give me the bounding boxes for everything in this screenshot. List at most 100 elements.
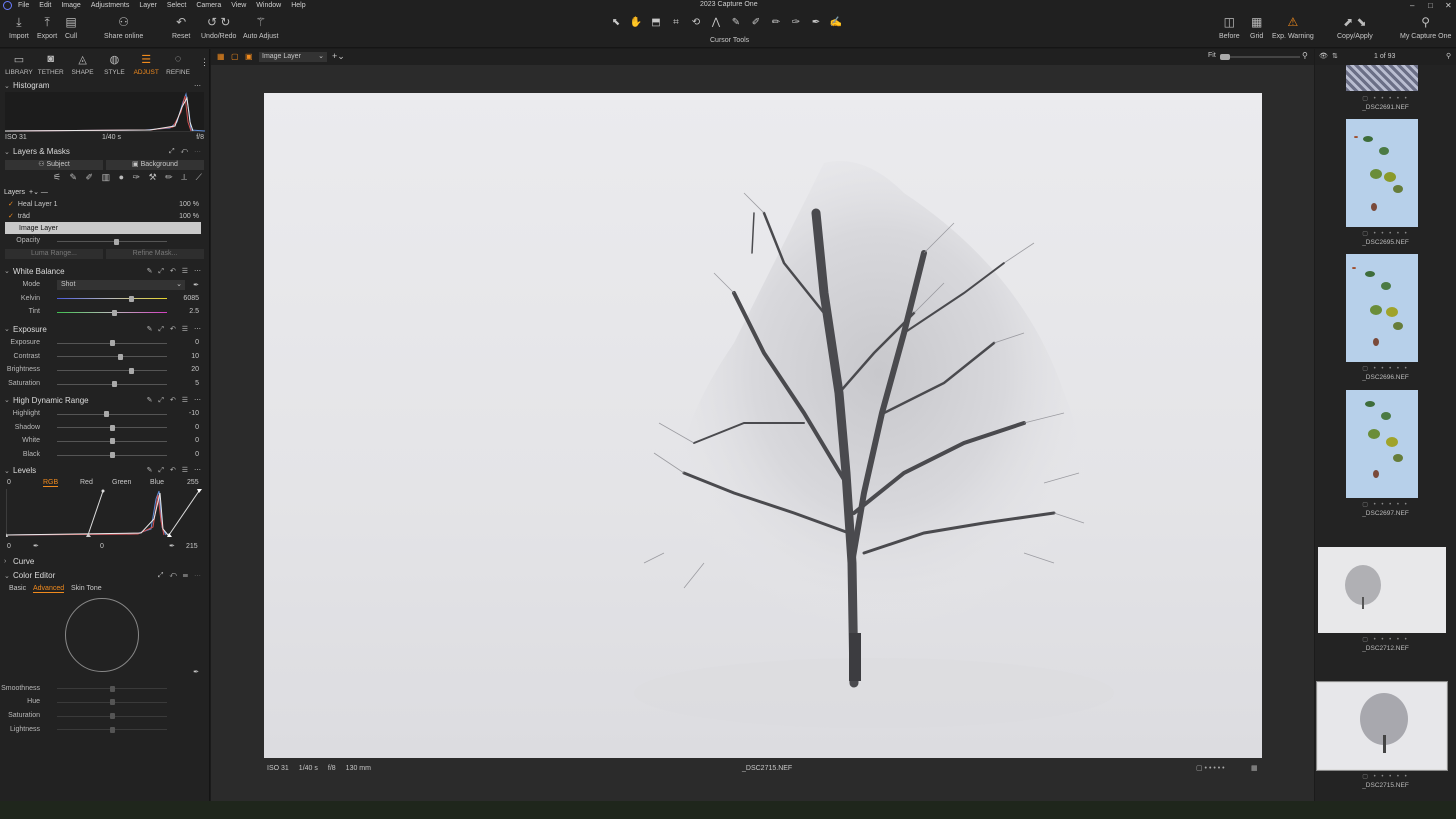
layer-item[interactable]: ✓ Heal Layer 1 100 %	[0, 198, 209, 210]
white-balance-header[interactable]: ⌄ White Balance ✎ ⤢ ↶ ☰ ⋯	[0, 265, 209, 278]
slider-knob[interactable]	[129, 367, 135, 374]
check-icon[interactable]: ✓	[8, 200, 14, 208]
share-online-button[interactable]: ⚇ Share online	[104, 15, 143, 40]
thumbnail-image[interactable]	[1316, 681, 1448, 771]
my-capture-one-button[interactable]: ⚲ My Capture One	[1400, 15, 1451, 40]
export-button[interactable]: ⤒ Export	[37, 15, 57, 40]
slider-knob[interactable]	[111, 381, 117, 388]
main-photo[interactable]	[264, 93, 1262, 758]
menu-select[interactable]: Select	[167, 2, 186, 9]
slider-knob[interactable]	[110, 685, 115, 692]
tab-style[interactable]: ◍ STYLE	[98, 49, 130, 79]
add-layer-icon[interactable]: +⌄ —	[29, 188, 48, 196]
slider-knob[interactable]	[109, 452, 115, 459]
tab-tether[interactable]: ◙ TETHER	[35, 49, 67, 79]
luma-range-button[interactable]: Luma Range...	[5, 248, 103, 259]
menu-help[interactable]: Help	[291, 2, 305, 9]
tool-actions-icon[interactable]: ✎ ⤢ ↶ ☰ ⋯	[147, 466, 203, 475]
color-tag-icon[interactable]: ▦	[1251, 764, 1258, 772]
more-tabs-icon[interactable]: ⋮	[200, 57, 209, 79]
grid-button[interactable]: ▦ Grid	[1250, 15, 1263, 40]
tab-skin-tone[interactable]: Skin Tone	[71, 585, 102, 592]
grid-view-icon[interactable]: ▦	[217, 52, 225, 61]
eraser-icon[interactable]: ✏	[768, 17, 784, 29]
levels-tab-rgb[interactable]: RGB	[43, 479, 59, 488]
refine-mask-button[interactable]: Refine Mask...	[106, 248, 204, 259]
slider-value[interactable]: 0	[195, 437, 199, 444]
layers-tools-icon[interactable]: ⤢ ↶ ⋯	[169, 148, 203, 156]
annotate-icon[interactable]: ✍	[828, 17, 844, 29]
zoom-slider[interactable]	[1220, 54, 1300, 60]
cull-button[interactable]: ▤ Cull	[65, 15, 77, 40]
slider-knob[interactable]	[109, 340, 115, 347]
layer-item[interactable]: ✓ träd 100 %	[0, 210, 209, 222]
levels-header[interactable]: ⌄ Levels ✎ ⤢ ↶ ☰ ⋯	[0, 464, 209, 477]
levels-tab-blue[interactable]: Blue	[150, 479, 164, 486]
slider-value[interactable]: 0	[195, 451, 199, 458]
subject-mask-button[interactable]: ⚇ Subject	[5, 160, 103, 170]
rating-dots[interactable]: ▢ • • • • •	[1315, 95, 1456, 102]
tab-library[interactable]: ▭ LIBRARY	[3, 49, 35, 79]
levels-tab-green[interactable]: Green	[112, 479, 131, 486]
select-cursor-icon[interactable]: ⬉	[608, 17, 624, 29]
mask-tool-icons[interactable]: ⚟ ✎ ✐ ▥ ● ✑ ⚒ ✏ ⟂ ⟋	[0, 172, 209, 186]
tab-adjust[interactable]: ☰ ADJUST	[130, 49, 162, 79]
adjust-slider[interactable]	[57, 452, 167, 459]
search-icon[interactable]: ⚲	[1302, 51, 1308, 60]
adjust-slider[interactable]	[57, 699, 167, 706]
color-wheel[interactable]	[65, 598, 139, 673]
adjust-slider[interactable]	[57, 424, 167, 431]
adjust-slider[interactable]	[57, 411, 167, 417]
import-button[interactable]: ⤓ Import	[9, 15, 29, 40]
eyedropper-icon[interactable]: ✒	[193, 281, 199, 289]
rating-dots[interactable]: ▢ • • • • •	[1315, 501, 1456, 508]
eyedropper-icon[interactable]: ✒	[193, 668, 199, 676]
menu-file[interactable]: File	[18, 2, 29, 9]
menu-edit[interactable]: Edit	[39, 2, 51, 9]
copy-apply-button[interactable]: ⬈ ⬊ Copy/Apply	[1337, 15, 1373, 40]
search-icon[interactable]: ⚲	[1446, 52, 1451, 60]
thumbnail-image[interactable]	[1346, 119, 1418, 227]
adjust-slider[interactable]	[57, 353, 167, 360]
rotate-icon[interactable]: ⟲	[688, 17, 704, 29]
menu-image[interactable]: Image	[61, 2, 80, 9]
thumbnail-image[interactable]	[1318, 547, 1446, 633]
adjust-slider[interactable]	[57, 726, 167, 733]
pan-hand-icon[interactable]: ✋	[628, 17, 644, 29]
slider-value[interactable]: 20	[191, 366, 199, 373]
zoom-fit[interactable]: Fit	[1208, 52, 1216, 59]
keystone-icon[interactable]: ⋀	[708, 17, 724, 29]
thumbnail-image[interactable]	[1346, 65, 1418, 91]
slider-knob[interactable]	[110, 713, 115, 720]
eye-icon[interactable]: 👁	[1319, 52, 1328, 60]
thumbnail-image[interactable]	[1346, 390, 1418, 498]
layers-masks-header[interactable]: ⌄ Layers & Masks ⤢ ↶ ⋯	[0, 145, 209, 158]
tab-refine[interactable]: ◌ REFINE	[162, 49, 194, 79]
rating-dots[interactable]: ▢ • • • • •	[1315, 230, 1456, 237]
adjust-slider[interactable]	[57, 713, 167, 720]
slider-value[interactable]: 5	[195, 380, 199, 387]
single-view-icon[interactable]: ▢	[231, 52, 239, 61]
before-button[interactable]: ◫ Before	[1219, 15, 1240, 40]
slider-value[interactable]: -10	[189, 410, 199, 417]
opacity-slider[interactable]	[57, 238, 167, 245]
more-icon[interactable]: ⋯	[194, 82, 203, 90]
tool-actions-icon[interactable]: ⤢ ↶ ☰ ⋯	[158, 572, 203, 580]
layer-select[interactable]: Image Layer ⌄	[259, 52, 327, 62]
picker-icon[interactable]: ✎	[728, 17, 744, 29]
levels-tab-red[interactable]: Red	[80, 479, 93, 486]
maximize-icon[interactable]: □	[1428, 1, 1433, 10]
heal-icon[interactable]: ✑	[788, 17, 804, 29]
adjust-slider[interactable]	[57, 438, 167, 445]
tool-actions-icon[interactable]: ✎ ⤢ ↶ ☰ ⋯	[147, 267, 203, 276]
menu-view[interactable]: View	[231, 2, 246, 9]
tint-slider[interactable]	[57, 309, 167, 316]
menu-window[interactable]: Window	[256, 2, 281, 9]
rating-dots[interactable]: ▢ • • • • •	[1315, 773, 1456, 780]
eyedropper-icon[interactable]: ✒	[33, 542, 39, 550]
color-editor-header[interactable]: ⌄ Color Editor ⤢ ↶ ☰ ⋯	[0, 569, 209, 582]
menu-layer[interactable]: Layer	[139, 2, 157, 9]
app-logo-icon[interactable]	[3, 1, 12, 10]
levels-graph[interactable]	[4, 489, 203, 541]
slider-value[interactable]: 10	[191, 353, 199, 360]
